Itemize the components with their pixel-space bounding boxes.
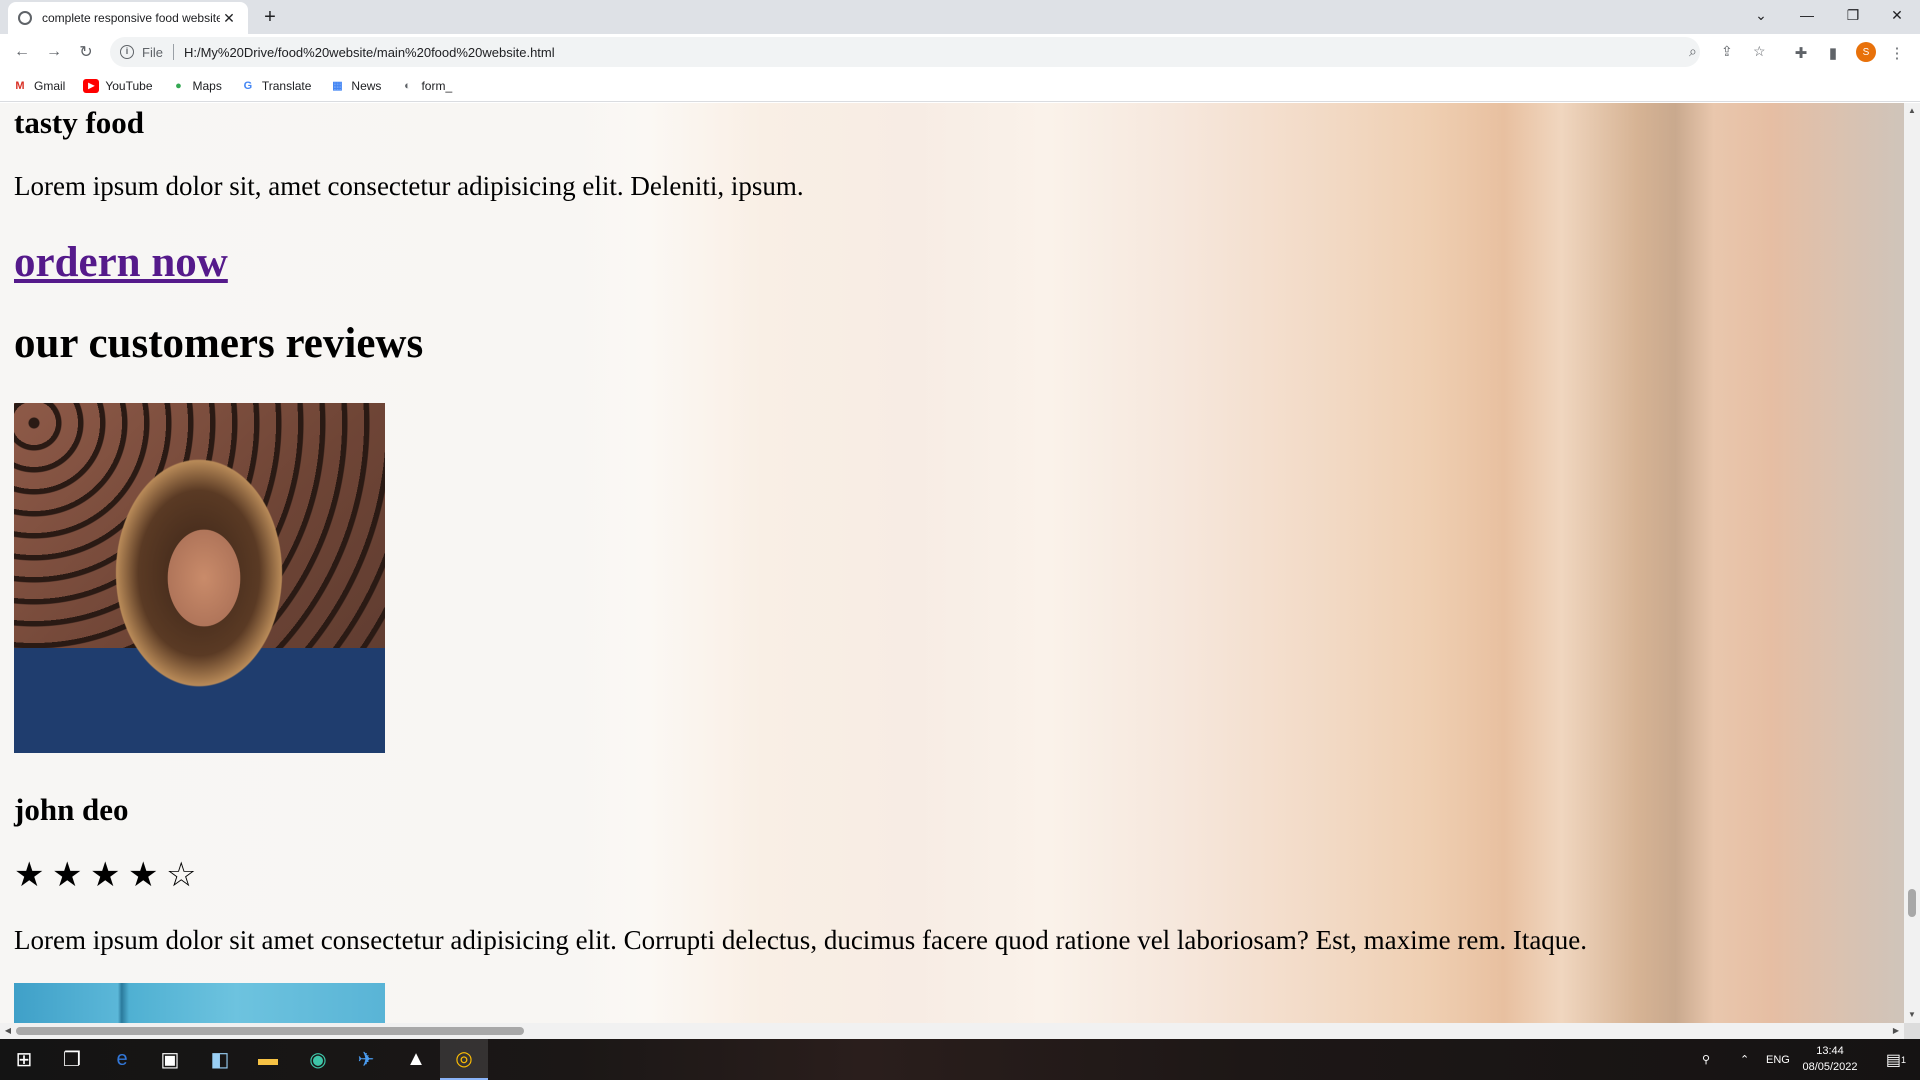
vertical-scrollbar[interactable]: ▲ ▼ xyxy=(1904,103,1920,1023)
reload-icon[interactable]: ↻ xyxy=(74,40,98,64)
bookmark-maps[interactable]: ● Maps xyxy=(171,79,222,93)
star-filled-icon: ★ xyxy=(14,855,45,895)
people-icon[interactable]: ⚲ xyxy=(1702,1039,1710,1080)
tasty-food-heading: tasty food xyxy=(14,105,145,140)
share-icon[interactable]: ⇪ xyxy=(1721,43,1733,60)
close-window-button[interactable]: ✕ xyxy=(1874,0,1920,30)
notification-center-icon[interactable]: ▤ 1 xyxy=(1872,1039,1920,1080)
chrome-icon[interactable]: ◎ xyxy=(440,1039,488,1080)
tab-title: complete responsive food website xyxy=(42,11,220,25)
bookmark-label: YouTube xyxy=(105,78,153,93)
store-icon[interactable]: ▣ xyxy=(146,1039,194,1080)
minimize-button[interactable]: — xyxy=(1784,0,1830,30)
reviews-heading: our customers reviews xyxy=(14,320,424,367)
info-icon[interactable]: i xyxy=(120,45,134,59)
youtube-icon: ▶ xyxy=(83,78,100,93)
bookmark-news[interactable]: ▦ News xyxy=(329,79,381,93)
bookmark-label: form_ xyxy=(421,78,453,93)
zoom-icon[interactable]: ⌕ xyxy=(1689,43,1697,60)
scroll-right-icon[interactable]: ▶ xyxy=(1888,1023,1904,1039)
tasty-food-text: Lorem ipsum dolor sit, amet consectetur … xyxy=(14,171,804,201)
task-view-icon[interactable]: ❐ xyxy=(48,1039,96,1080)
globe-icon xyxy=(18,11,32,25)
bookmark-star-icon[interactable]: ☆ xyxy=(1753,43,1766,60)
divider xyxy=(172,44,174,60)
language-indicator[interactable]: ENG xyxy=(1766,1039,1790,1080)
close-tab-icon[interactable]: ✕ xyxy=(220,9,238,27)
bookmark-translate[interactable]: G Translate xyxy=(240,79,312,93)
clock[interactable]: 13:44 08/05/2022 xyxy=(1790,1043,1870,1075)
reviewer-photo xyxy=(14,403,385,753)
tray-chevron-icon[interactable]: ⌃ xyxy=(1740,1039,1749,1080)
scrollbar-corner xyxy=(1904,1023,1920,1039)
edge-icon[interactable]: ◉ xyxy=(294,1039,342,1080)
extensions-icon[interactable]: ✚ xyxy=(1790,42,1812,64)
horizontal-scrollbar[interactable]: ◀ ▶ xyxy=(0,1023,1904,1039)
browser-tab-bar: complete responsive food website ✕ + ⌄ —… xyxy=(0,0,1920,34)
scrollbar-thumb[interactable] xyxy=(1908,889,1916,917)
photos-icon[interactable]: ▲ xyxy=(392,1039,440,1080)
browser-tab[interactable]: complete responsive food website ✕ xyxy=(8,2,248,34)
forward-icon[interactable]: → xyxy=(42,40,66,64)
order-now-link[interactable]: ordern now xyxy=(14,238,228,287)
restore-button[interactable]: ❐ xyxy=(1830,0,1876,30)
maps-icon: ● xyxy=(175,79,182,92)
app-icon[interactable]: ✈ xyxy=(342,1039,390,1080)
bookmark-label: Maps xyxy=(192,78,222,93)
windows-taskbar: ⊞ ❐ e ▣ ◧ ▬ ◉ ✈ ▲ ◎ ⚲ ⌃ ENG 13:44 08/05/… xyxy=(0,1039,1920,1080)
second-reviewer-photo xyxy=(14,983,385,1023)
tab-search-icon[interactable]: ⌄ xyxy=(1738,0,1784,30)
gmail-icon: M xyxy=(15,79,25,92)
review-text: Lorem ipsum dolor sit amet consectetur a… xyxy=(14,925,1588,955)
clock-time: 13:44 xyxy=(1816,1045,1844,1057)
new-tab-button[interactable]: + xyxy=(258,6,282,28)
star-filled-icon: ★ xyxy=(90,855,121,895)
scrollbar-thumb[interactable] xyxy=(16,1027,524,1035)
url-text[interactable]: H:/My%20Drive/food%20website/main%20food… xyxy=(184,45,555,60)
bookmark-label: Gmail xyxy=(34,78,66,93)
news-icon: ▦ xyxy=(332,80,343,92)
bookmark-gmail[interactable]: M Gmail xyxy=(12,79,65,93)
scroll-left-icon[interactable]: ◀ xyxy=(0,1023,16,1039)
back-icon[interactable]: ← xyxy=(10,40,34,64)
notes-icon[interactable]: ◧ xyxy=(196,1039,244,1080)
url-scheme: File xyxy=(142,44,163,60)
internet-explorer-icon[interactable]: e xyxy=(98,1039,146,1080)
reviewer-name: john deo xyxy=(14,792,129,827)
star-empty-icon: ☆ xyxy=(166,855,197,895)
page-viewport: tasty food Lorem ipsum dolor sit, amet c… xyxy=(0,103,1904,1023)
file-explorer-icon[interactable]: ▬ xyxy=(244,1039,292,1080)
bookmark-label: Translate xyxy=(261,78,312,93)
side-panel-icon[interactable]: ▮ xyxy=(1822,42,1844,64)
start-icon[interactable]: ⊞ xyxy=(0,1039,48,1080)
bookmark-form[interactable]: ◐ form_ xyxy=(399,79,452,93)
menu-icon[interactable]: ⋮ xyxy=(1886,42,1908,64)
bookmark-youtube[interactable]: ▶ YouTube xyxy=(83,78,153,93)
browser-toolbar: ← → ↻ i File H:/My%20Drive/food%20websit… xyxy=(0,34,1920,70)
star-rating: ★ ★ ★ ★ ☆ xyxy=(14,858,204,892)
address-bar[interactable]: i File H:/My%20Drive/food%20website/main… xyxy=(110,37,1700,67)
translate-icon: G xyxy=(243,79,253,92)
clock-date: 08/05/2022 xyxy=(1802,1061,1858,1073)
profile-avatar[interactable]: S xyxy=(1856,42,1876,62)
scroll-up-icon[interactable]: ▲ xyxy=(1904,103,1920,119)
bookmark-label: News xyxy=(351,78,382,93)
bookmarks-bar: M Gmail ▶ YouTube ● Maps G Translate ▦ N… xyxy=(0,70,1920,102)
star-filled-icon: ★ xyxy=(128,855,159,895)
notification-count: 1 xyxy=(1901,1054,1907,1065)
star-filled-icon: ★ xyxy=(52,855,83,895)
globe-icon: ◐ xyxy=(404,79,411,92)
scroll-down-icon[interactable]: ▼ xyxy=(1904,1007,1920,1023)
